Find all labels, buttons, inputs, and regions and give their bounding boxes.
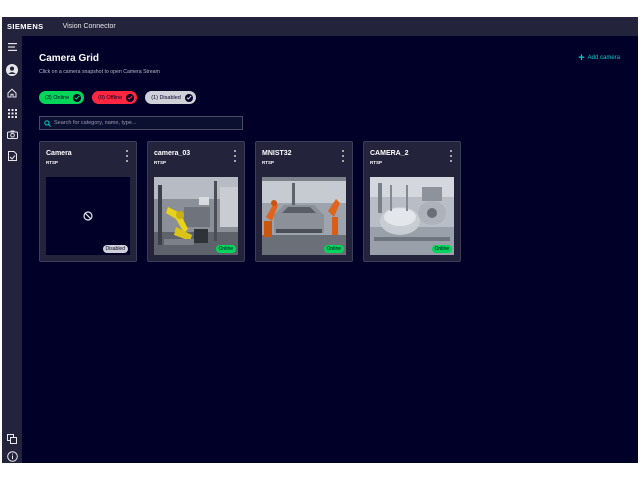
- camera-name: camera_03: [154, 150, 191, 157]
- filter-disabled-chip[interactable]: (1) Disabled: [145, 91, 196, 104]
- checkmark-icon: [73, 93, 82, 102]
- app-title: Vision Connector: [62, 23, 116, 30]
- status-badge: Online: [215, 245, 236, 253]
- more-options-icon[interactable]: [232, 150, 238, 162]
- camera-snapshot[interactable]: Disabled: [46, 177, 130, 255]
- filter-offline-chip[interactable]: (0) Offline: [92, 91, 138, 104]
- add-camera-label: Add camera: [587, 55, 620, 61]
- brand-logo: SIEMENS: [7, 22, 44, 31]
- document-icon[interactable]: [5, 149, 19, 163]
- more-options-icon[interactable]: [448, 150, 454, 162]
- search-box[interactable]: [39, 116, 243, 130]
- filter-online-chip[interactable]: (3) Online: [39, 91, 85, 104]
- top-bar: SIEMENS Vision Connector: [2, 17, 638, 36]
- more-options-icon[interactable]: [340, 150, 346, 162]
- camera-card[interactable]: CAMERA_2 RTSP Online: [363, 141, 461, 262]
- camera-card[interactable]: MNIST32 RTSP Online: [255, 141, 353, 262]
- main-content: Camera Grid Click on a camera snapshot t…: [22, 36, 638, 463]
- status-badge: Online: [431, 245, 452, 253]
- search-icon: [44, 114, 51, 132]
- camera-protocol: RTSP: [46, 160, 59, 165]
- camera-protocol: RTSP: [154, 160, 167, 165]
- filter-disabled-label: (1) Disabled: [151, 94, 181, 101]
- sidebar: [2, 36, 22, 463]
- filter-offline-label: (0) Offline: [98, 94, 123, 101]
- camera-name: Camera: [46, 150, 72, 157]
- camera-card[interactable]: Camera RTSP Disabled: [39, 141, 137, 262]
- camera-snapshot[interactable]: Online: [154, 177, 238, 255]
- add-camera-button[interactable]: + Add camera: [578, 52, 620, 64]
- language-icon[interactable]: [5, 432, 19, 446]
- user-icon[interactable]: [5, 63, 19, 77]
- checkmark-icon: [184, 93, 193, 102]
- camera-card[interactable]: camera_03 RTSP Online: [147, 141, 245, 262]
- status-badge: Online: [323, 245, 344, 253]
- apps-icon[interactable]: [5, 106, 19, 120]
- checkmark-icon: [126, 93, 135, 102]
- more-options-icon[interactable]: [124, 150, 130, 162]
- search-input[interactable]: [54, 120, 234, 126]
- robot-cell-photo: [154, 177, 238, 255]
- status-filters: (3) Online (0) Offline (1) Disabled: [39, 91, 196, 104]
- camera-protocol: RTSP: [262, 160, 275, 165]
- car-assembly-photo: [262, 177, 346, 255]
- page-subtitle: Click on a camera snapshot to open Camer…: [39, 69, 160, 75]
- camera-name: MNIST32: [262, 150, 292, 157]
- page-title: Camera Grid: [39, 53, 100, 64]
- bottling-machine-photo: [370, 177, 454, 255]
- info-icon[interactable]: [5, 449, 19, 463]
- home-icon[interactable]: [5, 86, 19, 100]
- status-badge: Disabled: [102, 245, 128, 253]
- camera-snapshot[interactable]: Online: [370, 177, 454, 255]
- filter-online-label: (3) Online: [45, 94, 70, 101]
- menu-icon[interactable]: [5, 40, 19, 54]
- camera-icon[interactable]: [5, 127, 19, 141]
- camera-snapshot[interactable]: Online: [262, 177, 346, 255]
- camera-protocol: RTSP: [370, 160, 383, 165]
- no-image-icon: [83, 208, 93, 226]
- camera-name: CAMERA_2: [370, 150, 409, 157]
- plus-icon: +: [578, 52, 585, 64]
- app-window: SIEMENS Vision Connector Camera Grid Cli…: [2, 17, 638, 463]
